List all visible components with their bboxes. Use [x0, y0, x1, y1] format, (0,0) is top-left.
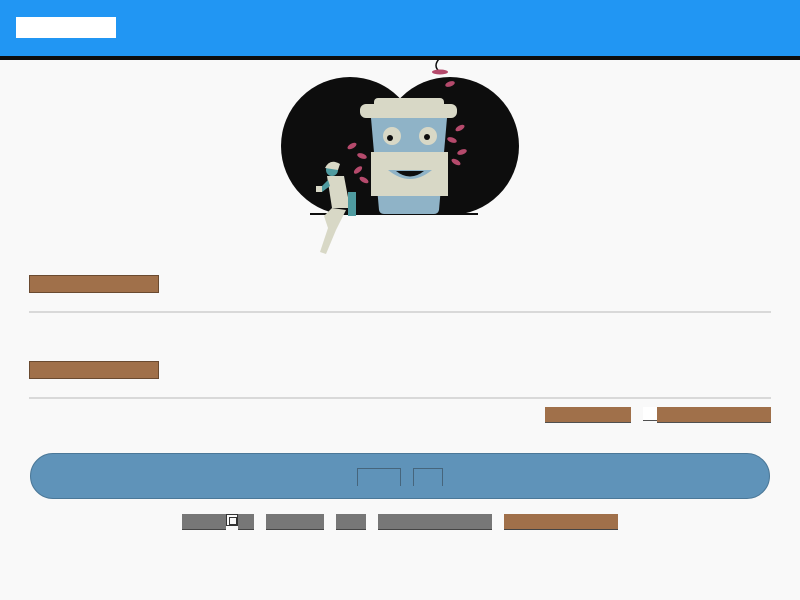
person-cup [316, 186, 322, 192]
right-pupil [424, 134, 430, 140]
sign-in-label-part-1 [357, 468, 401, 486]
remember-me-label[interactable] [657, 407, 771, 423]
person-backpack [348, 192, 356, 216]
sign-in-button[interactable] [30, 453, 770, 499]
left-pupil [387, 135, 393, 141]
sign-in-label-part-2 [413, 468, 443, 486]
username-field[interactable] [29, 279, 771, 313]
footer-link-1[interactable] [266, 514, 324, 530]
language-icon[interactable] [226, 514, 238, 526]
app-logo[interactable] [16, 17, 116, 38]
language-dropdown-tail[interactable] [238, 514, 254, 530]
cup-lid-top [374, 98, 444, 108]
forgot-password-link[interactable] [545, 407, 631, 423]
language-selector[interactable] [182, 514, 226, 530]
footer-link-4[interactable] [504, 514, 618, 530]
footer-link-2[interactable] [336, 514, 366, 530]
blob-bottom-cut [280, 214, 520, 258]
footer-link-3[interactable] [378, 514, 492, 530]
remember-me-checkbox[interactable] [643, 407, 657, 421]
top-app-bar [0, 0, 800, 56]
password-field[interactable] [29, 365, 771, 399]
thread-bow [432, 69, 448, 75]
coffee-cup-mascot-illustration [280, 58, 520, 258]
